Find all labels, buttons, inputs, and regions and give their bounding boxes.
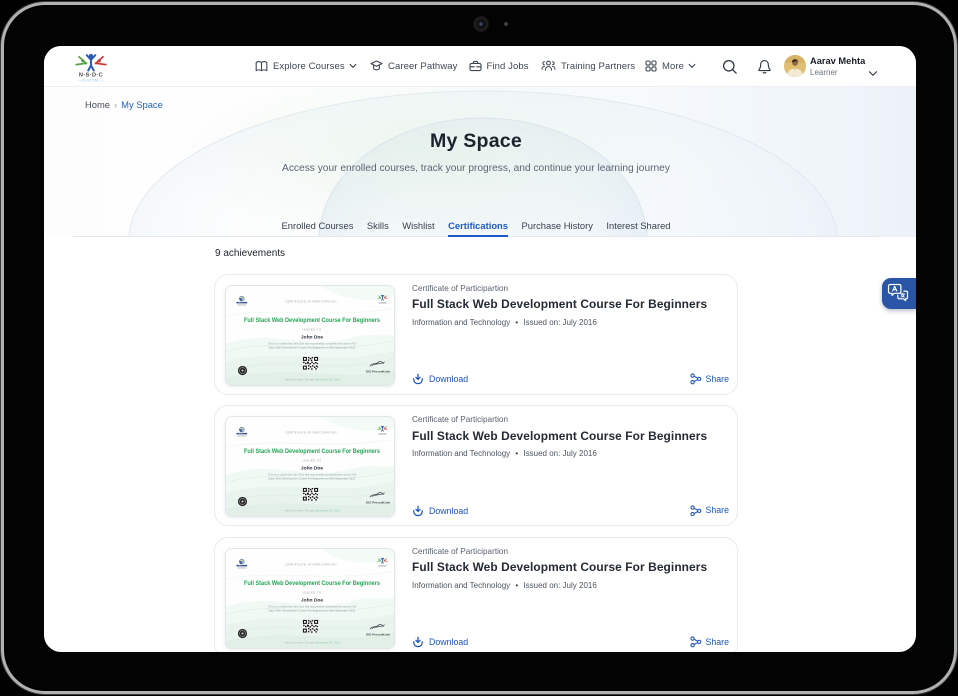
svg-text:—DIGITAL—: —DIGITAL— [78,78,104,82]
